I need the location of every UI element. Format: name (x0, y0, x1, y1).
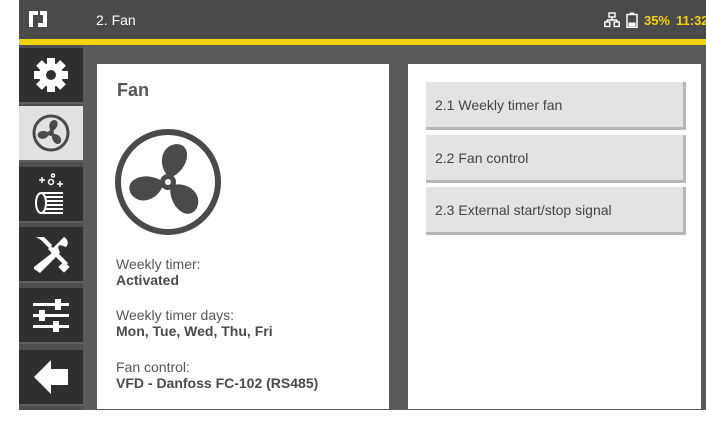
back-arrow-icon (34, 360, 68, 394)
sidebar-item-settings[interactable] (19, 48, 83, 104)
fan-control-label: Fan control: (116, 359, 190, 375)
battery-icon (626, 12, 638, 28)
heater-coil-icon (35, 173, 63, 214)
menu-item-external-start-stop[interactable]: 2.3 External start/stop signal (426, 187, 686, 235)
clock-time: 11:32 (676, 12, 706, 28)
weekly-timer-days-label: Weekly timer days: (116, 307, 234, 323)
sidebar-item-back[interactable] (19, 350, 83, 406)
fan-control-info: Fan control: VFD - Danfoss FC-102 (RS485… (116, 359, 318, 391)
weekly-timer-value: Activated (116, 272, 180, 288)
panel-title: Fan (117, 80, 150, 100)
weekly-timer-days-info: Weekly timer days: Mon, Tue, Wed, Thu, F… (116, 307, 273, 339)
fan-icon (115, 129, 221, 235)
menu-item-fan-control[interactable]: 2.2 Fan control (426, 135, 686, 183)
fan-control-value: VFD - Danfoss FC-102 (RS485) (116, 375, 319, 391)
wrench-screwdriver-icon (34, 237, 70, 273)
fan-info-panel: Fan Weekly timer: Activated Weekly timer… (97, 64, 389, 409)
sidebar-item-fan[interactable] (19, 106, 83, 162)
weekly-timer-days-value: Mon, Tue, Wed, Thu, Fri (116, 323, 273, 339)
sliders-icon (33, 299, 69, 332)
gear-icon (34, 58, 68, 92)
sidebar-item-adjustments[interactable] (19, 288, 83, 344)
network-icon (604, 12, 620, 28)
sidebar-item-service[interactable] (19, 227, 83, 283)
accent-strip (19, 39, 706, 45)
page-title: 2. Fan (96, 12, 136, 28)
fan-icon (32, 114, 70, 152)
top-bar: 2. Fan 35% 11:32 (19, 0, 706, 39)
sidebar-item-heater[interactable] (19, 167, 83, 223)
device-screen: 2. Fan 35% 11:32 Fan Weekly timer: Activ… (19, 0, 706, 410)
weekly-timer-info: Weekly timer: Activated (116, 256, 201, 288)
sidebar (19, 45, 83, 410)
brand-logo-icon (29, 11, 47, 27)
fan-menu-panel: 2.1 Weekly timer fan 2.2 Fan control 2.3… (408, 64, 701, 409)
battery-percent: 35% (643, 12, 670, 28)
status-area: 35% 11:32 (604, 11, 706, 29)
menu-item-weekly-timer-fan[interactable]: 2.1 Weekly timer fan (426, 82, 686, 130)
weekly-timer-label: Weekly timer: (116, 256, 201, 272)
